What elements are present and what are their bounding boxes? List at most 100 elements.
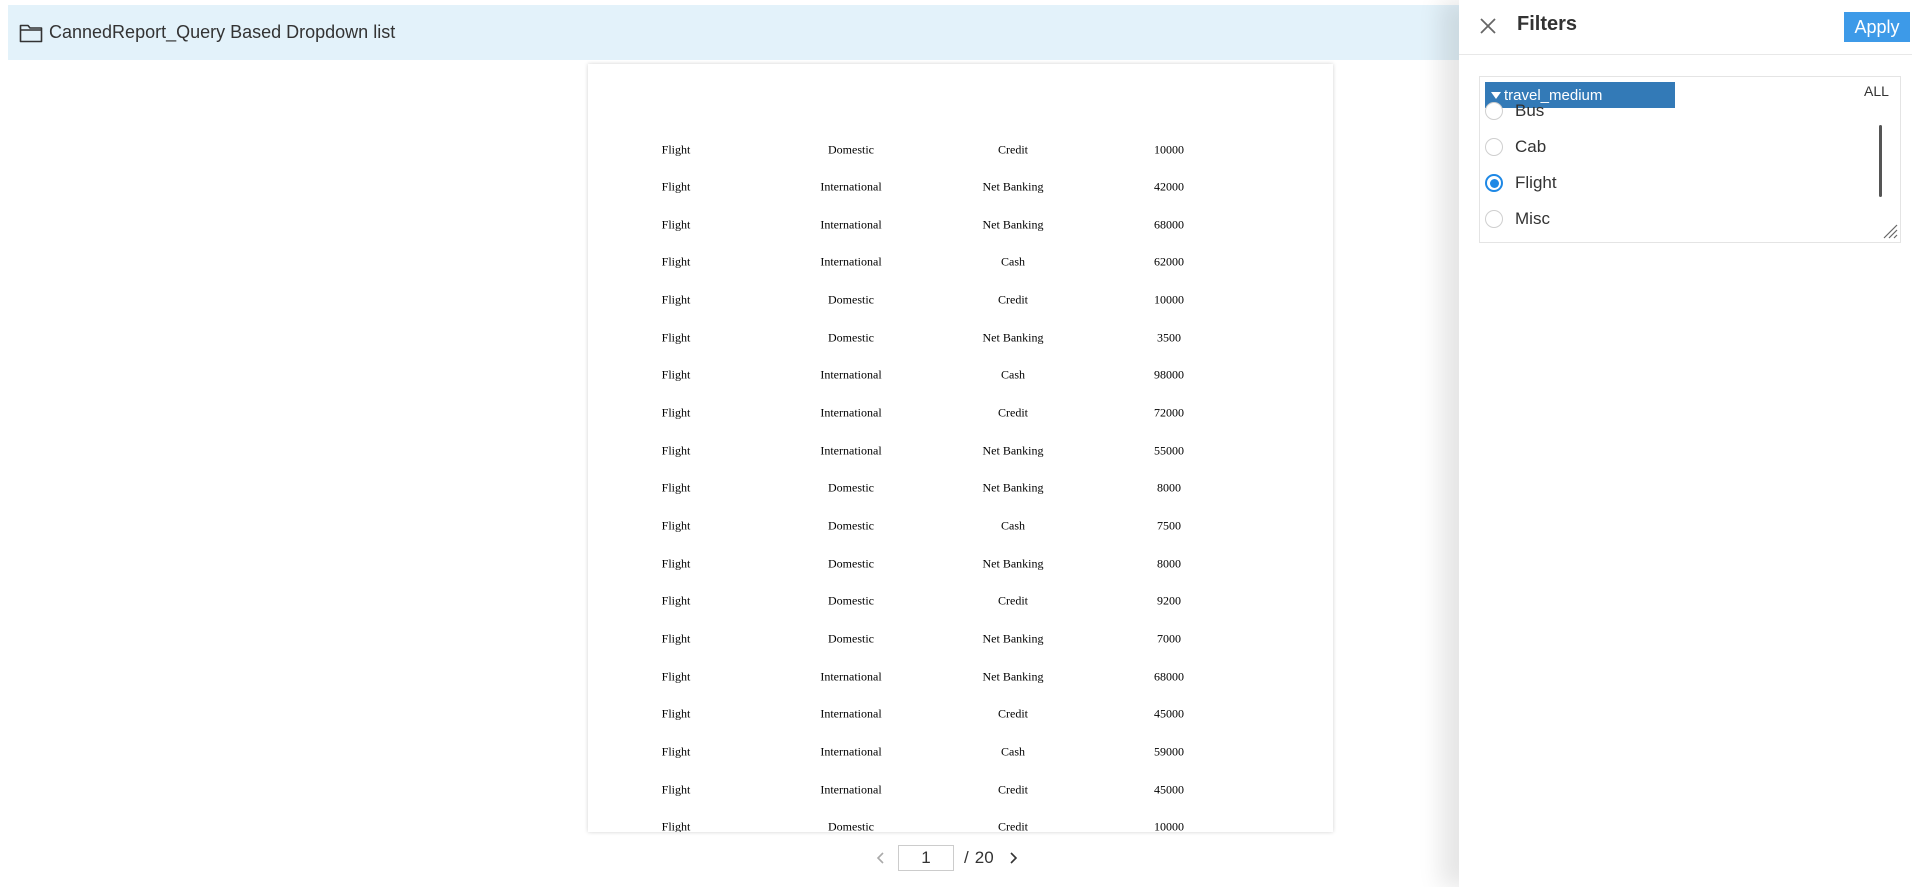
page-number-input[interactable] xyxy=(898,845,954,871)
cell-type: Domestic xyxy=(828,330,874,345)
filters-title: Filters xyxy=(1517,13,1578,35)
table-row: Flight International Cash 59000 xyxy=(588,733,1333,771)
table-row: Flight Domestic Net Banking 7000 xyxy=(588,620,1333,658)
report-header: CannedReport_Query Based Dropdown list xyxy=(8,5,1460,60)
cell-payment: Credit xyxy=(998,782,1028,797)
resize-handle-icon[interactable] xyxy=(1882,223,1898,239)
radio-unchecked-icon[interactable] xyxy=(1485,210,1503,228)
table-row: Flight Domestic Net Banking 8000 xyxy=(588,545,1333,583)
table-row: Flight International Net Banking 42000 xyxy=(588,168,1333,206)
cell-amount: 62000 xyxy=(1154,254,1184,269)
filter-option-label: Cab xyxy=(1515,137,1547,156)
cell-amount: 45000 xyxy=(1154,782,1184,797)
cell-medium: Flight xyxy=(661,669,691,684)
cell-type: International xyxy=(820,744,882,759)
total-pages: 20 xyxy=(974,848,994,867)
cell-amount: 10000 xyxy=(1154,292,1184,307)
close-filters-button[interactable] xyxy=(1477,15,1499,37)
table-row: Flight International Cash 98000 xyxy=(588,357,1333,395)
cell-payment: Net Banking xyxy=(982,443,1044,458)
report-title: CannedReport_Query Based Dropdown list xyxy=(49,22,396,42)
cell-payment: Credit xyxy=(998,292,1028,307)
filter-option[interactable]: Cab xyxy=(1485,132,1546,162)
radio-checked-icon[interactable] xyxy=(1485,174,1503,192)
options-scrollbar[interactable] xyxy=(1879,125,1882,197)
cell-payment: Net Banking xyxy=(982,217,1044,232)
cell-type: Domestic xyxy=(828,518,874,533)
cell-medium: Flight xyxy=(661,330,691,345)
cell-amount: 98000 xyxy=(1154,367,1184,382)
table-row: Flight International Credit 45000 xyxy=(588,696,1333,734)
cell-payment: Net Banking xyxy=(982,179,1044,194)
filter-option-label: Flight xyxy=(1515,173,1557,192)
radio-unchecked-icon[interactable] xyxy=(1485,138,1503,156)
chevron-right-icon xyxy=(1010,852,1017,864)
cell-medium: Flight xyxy=(661,443,691,458)
chevron-left-icon xyxy=(876,852,884,864)
cell-payment: Credit xyxy=(998,142,1028,156)
filter-option[interactable]: Misc xyxy=(1485,204,1550,234)
cell-type: International xyxy=(820,782,882,797)
page-separator: / xyxy=(964,848,969,867)
cell-medium: Flight xyxy=(661,593,691,608)
cell-amount: 10000 xyxy=(1154,142,1184,156)
filter-option-label: Bus xyxy=(1515,101,1545,120)
cell-type: International xyxy=(820,405,882,420)
cell-medium: Flight xyxy=(661,631,691,646)
table-row: Flight International Net Banking 55000 xyxy=(588,432,1333,470)
next-page-button[interactable] xyxy=(1002,847,1024,869)
filters-panel: Filters Apply travel_medium ALL Bus Cab Fl… xyxy=(1459,0,1912,887)
cell-type: International xyxy=(820,254,882,269)
cell-payment: Cash xyxy=(1001,254,1025,269)
cell-type: Domestic xyxy=(828,142,874,156)
cell-medium: Flight xyxy=(661,142,691,156)
cell-amount: 72000 xyxy=(1154,405,1184,420)
radio-dot xyxy=(1489,178,1499,188)
cell-type: International xyxy=(820,179,882,194)
cell-medium: Flight xyxy=(661,480,691,495)
filter-option-label: Misc xyxy=(1515,209,1550,228)
table-row: Flight Domestic Net Banking 8000 xyxy=(588,470,1333,508)
filter-travel-medium: travel_medium ALL Bus Cab Flight Misc xyxy=(1479,76,1901,243)
cell-medium: Flight xyxy=(661,819,691,832)
cell-payment: Net Banking xyxy=(982,669,1044,684)
table-row: Flight Domestic Net Banking 3500 xyxy=(588,319,1333,357)
cell-type: International xyxy=(820,217,882,232)
cell-medium: Flight xyxy=(661,706,691,721)
cell-amount: 3500 xyxy=(1157,330,1181,345)
table-row: Flight Domestic Cash 7500 xyxy=(588,507,1333,545)
cell-medium: Flight xyxy=(661,405,691,420)
table-row: Flight Domestic Credit 10000 xyxy=(588,808,1333,832)
cell-type: Domestic xyxy=(828,292,874,307)
folder-icon xyxy=(19,22,43,44)
table-row: Flight Domestic Credit 10000 xyxy=(588,131,1333,169)
cell-medium: Flight xyxy=(661,179,691,194)
table-row: Flight International Net Banking 68000 xyxy=(588,206,1333,244)
table-row: Flight International Net Banking 68000 xyxy=(588,658,1333,696)
previous-page-button[interactable] xyxy=(870,847,892,869)
cell-type: International xyxy=(820,706,882,721)
table-row: Flight International Cash 62000 xyxy=(588,244,1333,282)
cell-payment: Credit xyxy=(998,405,1028,420)
cell-amount: 8000 xyxy=(1157,556,1181,571)
cell-payment: Credit xyxy=(998,819,1028,832)
app-window: CannedReport_Query Based Dropdown list F… xyxy=(0,0,1912,887)
cell-type: International xyxy=(820,367,882,382)
cell-type: Domestic xyxy=(828,480,874,495)
select-all-link[interactable]: ALL xyxy=(1864,83,1889,99)
cell-payment: Net Banking xyxy=(982,631,1044,646)
filter-option[interactable]: Flight xyxy=(1485,168,1557,198)
cell-medium: Flight xyxy=(661,556,691,571)
apply-button[interactable]: Apply xyxy=(1844,12,1910,42)
filter-option[interactable]: Bus xyxy=(1485,96,1544,126)
cell-amount: 45000 xyxy=(1154,706,1184,721)
cell-medium: Flight xyxy=(661,217,691,232)
radio-unchecked-icon[interactable] xyxy=(1485,102,1503,120)
cell-amount: 10000 xyxy=(1154,819,1184,832)
cell-payment: Credit xyxy=(998,593,1028,608)
cell-payment: Net Banking xyxy=(982,556,1044,571)
report-page: Flight Domestic Credit 10000 Flight Internati… xyxy=(588,64,1333,832)
cell-payment: Credit xyxy=(998,706,1028,721)
cell-medium: Flight xyxy=(661,292,691,307)
filters-header: Filters Apply xyxy=(1459,0,1912,55)
